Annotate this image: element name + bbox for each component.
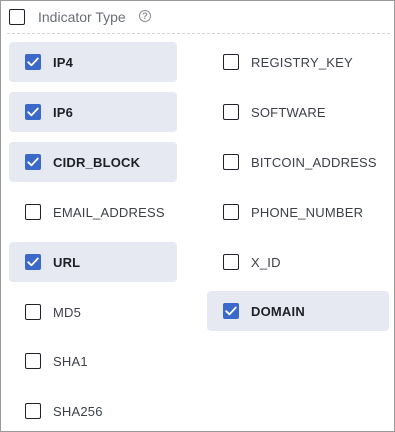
option-label: BITCOIN_ADDRESS <box>251 154 377 170</box>
option-url[interactable]: URL <box>9 242 177 282</box>
option-label: X_ID <box>251 254 281 270</box>
header-divider <box>7 33 390 34</box>
checkbox-domain[interactable] <box>223 303 239 319</box>
checkbox-bitcoin-address[interactable] <box>223 154 239 170</box>
option-email-address[interactable]: EMAIL_ADDRESS <box>9 192 177 232</box>
option-bitcoin-address[interactable]: BITCOIN_ADDRESS <box>207 142 389 182</box>
option-label: SOFTWARE <box>251 104 326 120</box>
checkbox-ip4[interactable] <box>25 54 41 70</box>
option-ip6[interactable]: IP6 <box>9 92 177 132</box>
checkbox-email-address[interactable] <box>25 204 41 220</box>
option-label: REGISTRY_KEY <box>251 54 353 70</box>
option-label: DOMAIN <box>251 303 305 319</box>
checkmark-icon <box>27 57 39 67</box>
option-label: SHA256 <box>53 403 103 419</box>
option-md5[interactable]: MD5 <box>9 292 177 332</box>
checkbox-url[interactable] <box>25 254 41 270</box>
help-icon[interactable]: ? <box>139 10 151 22</box>
checkmark-icon <box>225 306 237 316</box>
checkmark-icon <box>27 257 39 267</box>
indicator-type-panel: Indicator Type ? IP4 IP6 CIDR_BLOCK EMAI… <box>0 0 395 432</box>
checkbox-sha1[interactable] <box>25 353 41 369</box>
indicator-type-header: Indicator Type ? <box>1 1 394 33</box>
option-registry-key[interactable]: REGISTRY_KEY <box>207 42 389 82</box>
checkbox-cidr-block[interactable] <box>25 154 41 170</box>
checkmark-icon <box>27 107 39 117</box>
option-label: SHA1 <box>53 353 88 369</box>
checkbox-phone-number[interactable] <box>223 204 239 220</box>
checkmark-icon <box>27 157 39 167</box>
option-domain[interactable]: DOMAIN <box>207 291 389 331</box>
checkbox-registry-key[interactable] <box>223 54 239 70</box>
option-ip4[interactable]: IP4 <box>9 42 177 82</box>
indicator-type-title: Indicator Type <box>38 9 126 25</box>
option-cidr-block[interactable]: CIDR_BLOCK <box>9 142 177 182</box>
option-label: PHONE_NUMBER <box>251 204 364 220</box>
checkbox-sha256[interactable] <box>25 403 41 419</box>
option-label: MD5 <box>53 304 82 320</box>
option-label: URL <box>53 254 81 270</box>
option-x-id[interactable]: X_ID <box>207 242 389 282</box>
option-label: CIDR_BLOCK <box>53 154 141 170</box>
option-sha256[interactable]: SHA256 <box>9 391 177 431</box>
checkbox-software[interactable] <box>223 104 239 120</box>
option-sha1[interactable]: SHA1 <box>9 341 177 381</box>
select-all-checkbox[interactable] <box>9 9 25 25</box>
checkbox-x-id[interactable] <box>223 254 239 270</box>
checkbox-ip6[interactable] <box>25 104 41 120</box>
option-software[interactable]: SOFTWARE <box>207 92 389 132</box>
option-phone-number[interactable]: PHONE_NUMBER <box>207 192 389 232</box>
option-label: IP6 <box>53 104 74 120</box>
option-label: EMAIL_ADDRESS <box>53 204 165 220</box>
option-label: IP4 <box>53 54 74 70</box>
checkbox-md5[interactable] <box>25 304 41 320</box>
